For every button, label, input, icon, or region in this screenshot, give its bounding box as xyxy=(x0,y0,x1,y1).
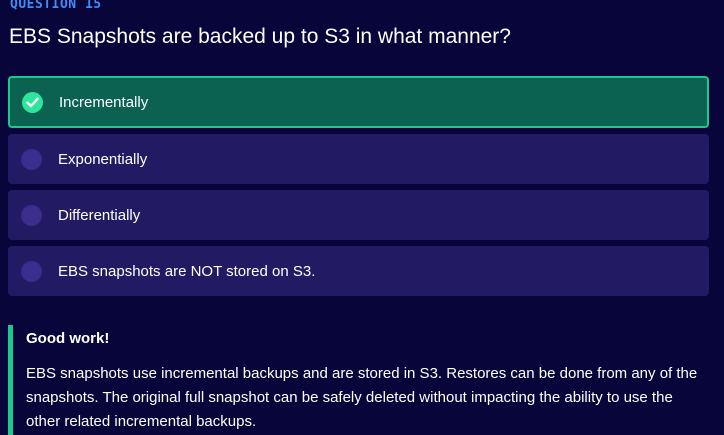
feedback-title: Good work! xyxy=(26,330,110,347)
option-differentially[interactable]: Differentially xyxy=(8,190,709,240)
radio-empty-icon xyxy=(21,148,42,170)
question-text: EBS Snapshots are backed up to S3 in wha… xyxy=(9,25,511,48)
option-label: EBS snapshots are NOT stored on S3. xyxy=(58,262,316,280)
option-incrementally[interactable]: Incrementally xyxy=(8,76,709,128)
question-number: QUESTION 15 xyxy=(10,0,102,12)
check-circle-icon xyxy=(22,91,43,113)
answer-options: Incrementally Exponentially Differential… xyxy=(8,76,709,302)
feedback-panel: Good work! EBS snapshots use incremental… xyxy=(8,325,713,435)
option-exponentially[interactable]: Exponentially xyxy=(8,134,709,184)
radio-empty-icon xyxy=(21,204,42,226)
feedback-explanation: EBS snapshots use incremental backups an… xyxy=(26,365,698,430)
option-not-stored-on-s3[interactable]: EBS snapshots are NOT stored on S3. xyxy=(8,246,709,296)
option-label: Exponentially xyxy=(58,150,148,168)
radio-empty-icon xyxy=(21,260,42,282)
option-label: Differentially xyxy=(58,206,141,224)
option-label: Incrementally xyxy=(59,93,149,111)
